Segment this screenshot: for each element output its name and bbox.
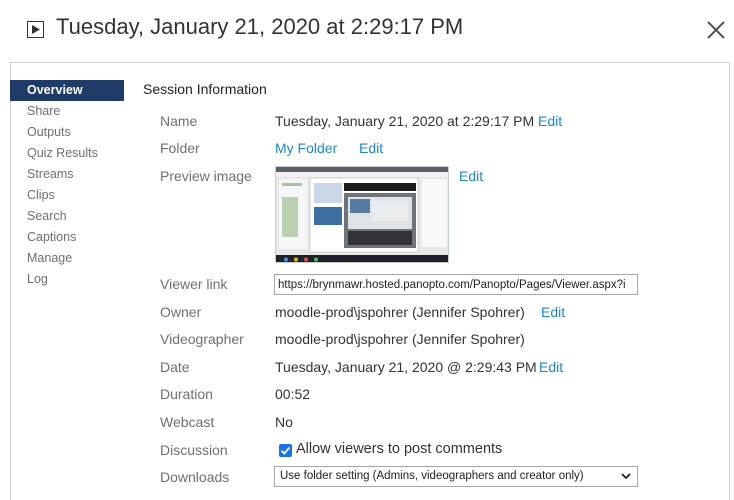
chevron-down-icon	[621, 473, 631, 480]
viewer-link-label: Viewer link	[160, 276, 228, 292]
owner-label: Owner	[160, 304, 202, 320]
preview-image-label: Preview image	[160, 168, 252, 184]
duration-label: Duration	[160, 386, 213, 402]
sidebar-item-streams[interactable]: Streams	[10, 164, 124, 185]
scrollbar[interactable]	[729, 62, 734, 500]
sidebar-item-quiz-results[interactable]: Quiz Results	[10, 143, 124, 164]
name-label: Name	[160, 113, 198, 129]
page-title: Tuesday, January 21, 2020 at 2:29:17 PM	[56, 14, 464, 39]
webcast-label: Webcast	[160, 414, 215, 430]
videographer-value: moodle-prod\jspohrer (Jennifer Spohrer)	[275, 331, 525, 347]
name-edit-link[interactable]: Edit	[538, 113, 562, 129]
preview-image-edit-link[interactable]: Edit	[459, 168, 483, 184]
allow-comments-checkbox[interactable]	[279, 444, 292, 457]
preview-image-thumbnail	[275, 166, 449, 263]
section-title: Session Information	[143, 81, 267, 97]
sidebar-item-share[interactable]: Share	[10, 101, 124, 122]
sidebar-item-log[interactable]: Log	[10, 269, 124, 290]
folder-edit-link[interactable]: Edit	[359, 140, 383, 156]
date-label: Date	[160, 359, 190, 375]
folder-link[interactable]: My Folder	[275, 140, 337, 156]
sidebar-item-outputs[interactable]: Outputs	[10, 122, 124, 143]
name-value: Tuesday, January 21, 2020 at 2:29:17 PM	[275, 113, 535, 129]
close-icon[interactable]	[706, 20, 726, 40]
date-value: Tuesday, January 21, 2020 @ 2:29:43 PM	[275, 359, 537, 375]
duration-value: 00:52	[275, 386, 311, 402]
downloads-label: Downloads	[160, 469, 230, 485]
sidebar-item-captions[interactable]: Captions	[10, 227, 124, 248]
viewer-link-field[interactable]	[274, 274, 638, 295]
downloads-select[interactable]: Use folder setting (Admins, videographer…	[274, 466, 638, 487]
owner-edit-link[interactable]: Edit	[541, 304, 565, 320]
sidebar-nav: Overview Share Outputs Quiz Results Stre…	[10, 80, 124, 290]
sidebar-item-manage[interactable]: Manage	[10, 248, 124, 269]
play-square-icon	[27, 21, 44, 38]
folder-label: Folder	[160, 140, 200, 156]
dialog-header: Tuesday, January 21, 2020 at 2:29:17 PM	[0, 0, 734, 62]
owner-value: moodle-prod\jspohrer (Jennifer Spohrer)	[275, 304, 525, 320]
allow-comments-label[interactable]: Allow viewers to post comments	[296, 441, 502, 457]
sidebar-item-overview[interactable]: Overview	[10, 80, 124, 101]
sidebar-item-clips[interactable]: Clips	[10, 185, 124, 206]
downloads-selected-value: Use folder setting (Admins, videographer…	[280, 470, 584, 482]
checkmark-icon	[280, 446, 291, 455]
webcast-value: No	[275, 414, 293, 430]
sidebar-item-search[interactable]: Search	[10, 206, 124, 227]
discussion-label: Discussion	[160, 442, 228, 458]
videographer-label: Videographer	[160, 331, 244, 347]
date-edit-link[interactable]: Edit	[539, 359, 563, 375]
